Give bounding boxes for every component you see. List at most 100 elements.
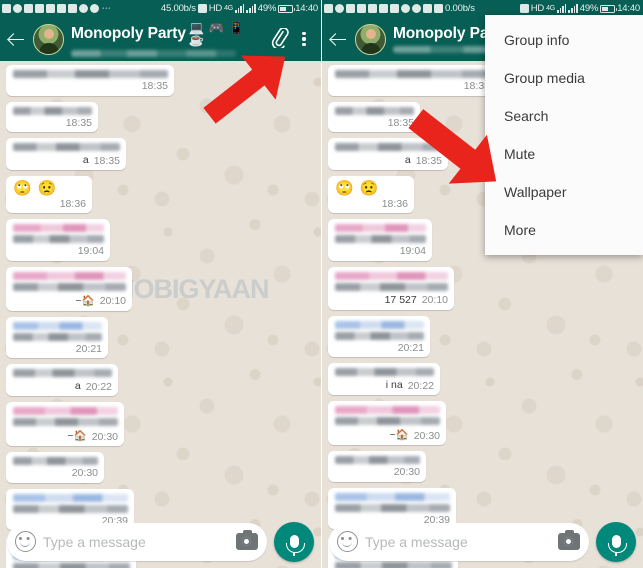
message-timestamp: 18:36 [59,197,86,210]
avatar[interactable] [355,23,386,55]
microphone-icon [607,535,627,556]
circle-icon [79,4,88,13]
message-meta: a 18:35 [335,154,442,166]
message-text-redacted [13,369,112,377]
circle-icon [401,4,410,13]
message-timestamp: 18:35 [415,154,442,167]
message-bubble[interactable]: ~🏠 20:30 [328,401,446,445]
message-bubble[interactable]: 20:21 [328,315,430,357]
message-input-pill[interactable]: Type a message [329,522,589,561]
message-bubble[interactable]: 🙄 😟 18:36 [6,176,92,213]
message-input[interactable]: Type a message [43,534,229,550]
message-timestamp: 18:35 [387,116,414,129]
message-text-redacted [13,106,92,115]
message-bubble[interactable]: 20:21 [6,316,108,358]
message-text-redacted [13,282,126,291]
message-inline-text: i na [385,379,403,391]
message-meta: a 20:22 [13,380,112,392]
back-arrow-icon[interactable] [328,29,348,49]
avatar[interactable] [33,23,64,55]
message-meta: 17 527 20:10 [335,294,448,306]
message-timestamp: 18:36 [381,197,408,210]
message-bubble[interactable]: a 18:35 [328,138,448,170]
message-bubble[interactable]: ~🏠 20:30 [6,402,124,446]
menu-item-wallpaper[interactable]: Wallpaper [485,173,643,211]
message-input-pill[interactable]: Type a message [7,522,267,561]
message-bubble[interactable]: 18:35 [328,65,496,96]
overflow-menu-icon[interactable] [296,28,312,50]
message-bubble[interactable]: 20:30 [328,451,426,482]
message-text-redacted [335,456,420,464]
message-inline-text: a [74,380,81,392]
message-bubble[interactable]: a 18:35 [6,138,126,170]
message-timestamp: 20:30 [413,429,440,442]
microphone-button[interactable] [596,521,636,562]
message-bubble[interactable]: 19:04 [6,219,110,261]
message-timestamp: 18:35 [141,80,168,92]
message-bubble[interactable]: 20:30 [6,452,104,483]
facebook-icon [2,4,11,13]
screenshot-panel-left: ⋯ 45.00b/s HD 4G 49% 14:40 Monopoly Part… [0,0,322,568]
message-bubble[interactable]: 18:35 [328,101,420,132]
message-text-redacted [335,235,426,243]
app-bar-left: Monopoly Party 💻 🎮 📱 ☕ [0,17,321,61]
clock-label: 14:40 [617,3,640,14]
message-meta: 20:21 [335,342,424,354]
menu-item-group-info[interactable]: Group info [485,21,643,59]
status-bar-left: ⋯ 45.00b/s HD 4G 49% 14:40 [0,0,321,17]
message-bubble[interactable]: 18:35 [6,101,98,132]
message-input[interactable]: Type a message [365,534,551,550]
message-text-redacted [335,320,424,329]
message-text-redacted [13,235,104,243]
message-bubble[interactable]: 17 527 20:10 [328,266,454,310]
menu-item-search[interactable]: Search [485,97,643,135]
sms-icon [368,4,377,13]
message-text-redacted [13,271,126,280]
gallery-icon [423,4,432,13]
title-emoji: 💻 🎮 📱 ☕ [188,20,245,47]
message-input-placeholder: Type a message [365,533,468,550]
message-text-redacted [335,106,414,115]
battery-percent-label: 49% [579,3,599,14]
alarm-icon [24,4,33,13]
message-bubble[interactable]: ~🏠 20:10 [6,266,132,311]
smiley-icon[interactable] [15,531,36,552]
network-type-label: 4G [224,5,234,12]
page-title: Monopoly Party [71,25,186,42]
camera-icon[interactable] [236,530,258,550]
message-bubble[interactable]: 19:04 [328,219,432,261]
smiley-icon[interactable] [337,531,358,552]
message-meta: 20:30 [335,467,420,478]
menu-item-label: Group media [504,70,585,86]
message-text-redacted [335,282,448,291]
chat-title-block[interactable]: Monopoly Party 💻 🎮 📱 ☕ [71,20,263,57]
menu-item-more[interactable]: More [485,211,643,249]
message-bubble[interactable]: i na 20:22 [328,363,440,395]
camera-icon[interactable] [558,530,580,550]
message-timestamp: 20:22 [85,380,112,393]
paperclip-icon[interactable] [270,28,289,50]
message-bubble[interactable]: 🙄 😟 18:36 [328,176,414,213]
sms-icon [46,4,55,13]
message-timestamp: 20:10 [421,294,448,306]
message-bubble[interactable]: 18:35 [6,65,174,96]
message-meta: a 18:35 [13,154,120,166]
message-inline-text: a [82,154,89,166]
overflow-dropdown-menu[interactable]: Group info Group media Search Mute Wallpaper… [485,15,643,255]
message-bubble[interactable]: a 20:22 [6,364,118,396]
clock-label: 14:40 [295,3,318,14]
menu-item-label: Search [504,108,549,124]
message-meta: 18:35 [335,116,414,129]
message-timestamp: 20:21 [75,342,102,355]
menu-item-mute[interactable]: Mute [485,135,643,173]
message-timestamp: 20:30 [91,430,118,443]
microphone-button[interactable] [274,521,314,562]
tutorial-screenshot: ⋯ 45.00b/s HD 4G 49% 14:40 Monopoly Part… [0,0,643,568]
status-notification-icons-right [324,4,443,13]
message-meta: 19:04 [335,246,426,257]
alarm-icon [346,4,355,13]
menu-item-group-media[interactable]: Group media [485,59,643,97]
chat-area-left[interactable]: M MOBIGYAAN 18:3518:35a18:35🙄 😟18:3619:0… [0,61,321,568]
back-arrow-icon[interactable] [6,29,26,49]
message-emoji: 🙄 😟 [13,180,58,197]
